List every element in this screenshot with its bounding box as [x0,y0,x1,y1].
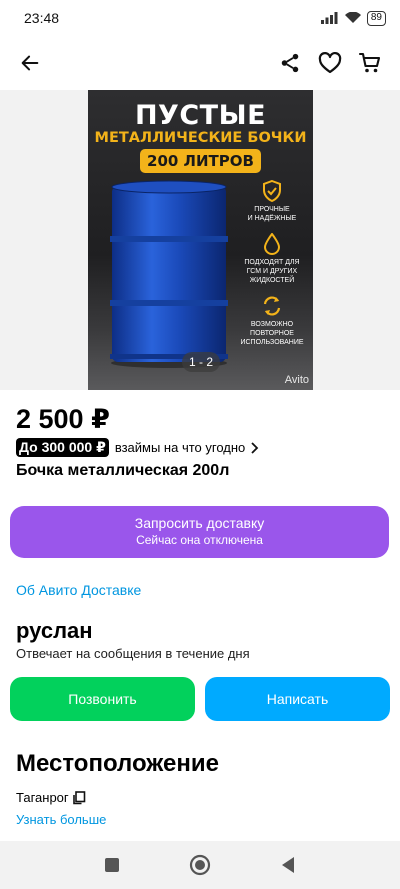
triangle-back-icon [282,857,294,873]
seller-response-note: Отвечает на сообщения в течение дня [16,646,250,661]
seller-name[interactable]: руслан [16,618,93,644]
listing-photo[interactable]: ПУСТЫЕ МЕТАЛЛИЧЕСКИЕ БОЧКИ 200 ЛИТРОВ ПР… [88,90,313,390]
feature-item: ПОДХОДЯТ ДЛЯ ГСМ И ДРУГИХ ЖИДКОСТЕЙ [234,233,310,285]
status-bar: 23:48 89 [0,0,400,36]
about-delivery-link[interactable]: Об Авито Доставке [16,582,141,598]
arrow-left-icon [21,55,39,71]
delivery-button-label: Запросить доставку [134,515,265,531]
loan-offer[interactable]: До 300 000 ₽ взаймы на что угодно [16,438,261,457]
feature-item: ВОЗМОЖНО ПОВТОРНОЕ ИСПОЛЬЗОВАНИЕ [234,295,310,347]
shield-check-icon [263,180,281,202]
heart-icon [318,52,342,74]
request-delivery-button[interactable]: Запросить доставку Сейчас она отключена [10,506,389,558]
system-nav-bar [0,841,400,889]
status-icons: 89 [320,10,386,26]
share-icon [281,53,299,73]
write-button[interactable]: Написать [205,677,390,721]
call-button[interactable]: Позвонить [10,677,195,721]
circle-icon [189,854,211,876]
poster-title: ПУСТЫЕ [134,100,267,131]
feature-item: ПРОЧНЫЕ И НАДЁЖНЫЕ [234,180,310,223]
drop-icon [263,233,281,255]
status-time: 23:48 [24,10,60,26]
chevron-right-icon [251,441,259,454]
feature-list: ПРОЧНЫЕ И НАДЁЖНЫЕ ПОДХОДЯТ ДЛЯ ГСМ И ДР… [234,180,310,357]
learn-more-link[interactable]: Узнать больше [16,812,106,827]
recycle-icon [263,296,281,316]
battery-indicator: 89 [366,10,386,26]
signal-icon [320,12,338,24]
photo-counter: 1 - 2 [182,352,220,372]
top-app-bar [0,36,400,90]
loan-amount-tag: До 300 000 ₽ [16,438,109,457]
location-city: Таганрог [16,790,86,805]
recents-button[interactable] [68,857,156,873]
delivery-button-sublabel: Сейчас она отключена [136,533,263,547]
share-button[interactable] [270,43,310,83]
poster-subtitle: МЕТАЛЛИЧЕСКИЕ БОЧКИ [94,130,307,146]
city-name: Таганрог [16,790,69,805]
poster-badge: 200 ЛИТРОВ [140,149,261,173]
barrel-image [110,180,228,368]
location-heading: Местоположение [16,750,219,777]
wifi-icon [344,12,361,23]
loan-text: взаймы на что угодно [114,440,246,455]
square-icon [105,858,119,872]
copy-icon[interactable] [72,790,86,805]
listing-title: Бочка металлическая 200л [16,462,230,479]
avito-watermark: Avito [284,374,309,386]
photo-gallery[interactable]: ПУСТЫЕ МЕТАЛЛИЧЕСКИЕ БОЧКИ 200 ЛИТРОВ ПР… [0,90,400,390]
listing-price: 2 500 ₽ [16,404,110,434]
cart-button[interactable] [350,43,390,83]
favorite-button[interactable] [310,43,350,83]
back-button[interactable] [10,43,50,83]
back-nav-button[interactable] [244,856,332,874]
home-button[interactable] [156,854,244,876]
cart-icon [358,52,381,73]
